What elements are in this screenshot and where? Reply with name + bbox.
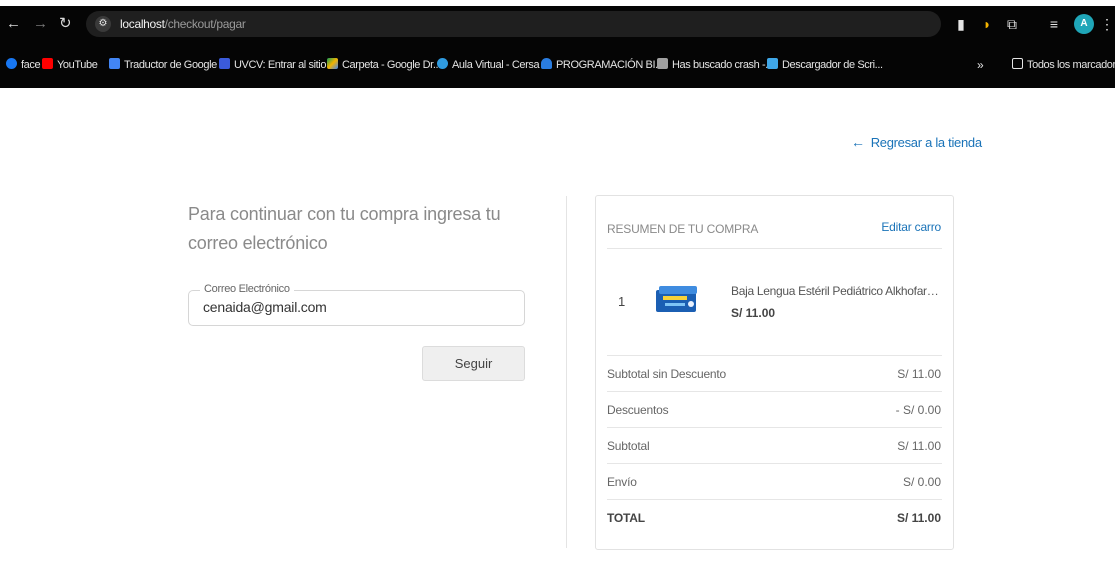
divider (607, 427, 942, 428)
shipping-label: Envío (607, 475, 637, 489)
youtube-icon (42, 58, 53, 69)
bookmark-label: Traductor de Google (124, 59, 217, 71)
subtotal-label: Subtotal (607, 439, 650, 453)
bookmark-item[interactable]: Descargador de Scri... (767, 56, 883, 74)
media-control-icon[interactable]: ≡ (1046, 14, 1062, 34)
document-extension-icon[interactable]: ▮ (954, 14, 968, 34)
site-info-icon[interactable]: ⚙ (95, 16, 111, 32)
email-prompt: Para continuar con tu compra ingresa tu … (188, 204, 501, 253)
subtotal-value: S/ 11.00 (897, 439, 941, 453)
bookmark-item[interactable]: PROGRAMACIÓN BI... (541, 56, 663, 74)
shield-icon (219, 58, 230, 69)
reload-icon[interactable]: ↻ (59, 14, 72, 34)
item-quantity: 1 (618, 294, 626, 309)
bookmark-label: YouTube (57, 59, 98, 71)
total-label: TOTAL (607, 511, 645, 525)
bookmark-label: Carpeta - Google Dr... (342, 59, 441, 71)
google-translate-icon (109, 58, 120, 69)
divider (607, 355, 942, 356)
edit-cart-link[interactable]: Editar carro (881, 220, 941, 234)
all-bookmarks-button[interactable]: Todos los marcadores (1012, 56, 1115, 74)
divider (607, 248, 942, 249)
total-value: S/ 11.00 (896, 511, 941, 525)
bookmark-item[interactable]: Traductor de Google (109, 56, 217, 74)
bookmark-item[interactable]: YouTube (42, 56, 98, 74)
bookmark-page-icon (657, 58, 668, 69)
divider (607, 499, 942, 500)
more-bookmarks-button[interactable]: » (977, 56, 984, 74)
all-bookmarks-label: Todos los marcadores (1027, 59, 1115, 71)
google-drive-icon (327, 58, 338, 69)
subtotal-no-discount-label: Subtotal sin Descuento (607, 367, 727, 381)
bookmarks-bar: face YouTube Traductor de Google UVCV: E… (0, 52, 1115, 78)
continue-button[interactable]: Seguir (422, 346, 525, 381)
back-arrow-icon[interactable]: ← (6, 14, 21, 34)
folder-icon (1012, 58, 1023, 69)
bookmark-item[interactable]: UVCV: Entrar al sitio (219, 56, 326, 74)
profile-avatar[interactable]: A (1074, 14, 1094, 34)
divider (607, 391, 942, 392)
item-price: S/ 11.00 (731, 306, 776, 320)
bookmark-label: Descargador de Scri... (782, 59, 883, 71)
shipping-value: S/ 0.00 (902, 475, 941, 489)
menu-kebab-icon[interactable]: ⋮ (1100, 14, 1114, 34)
browser-chrome: ← → ↻ ⚙ localhost/checkout/pagar ▮ ◗ ⧉ ≡… (0, 0, 1115, 88)
arrow-left-icon: ← (851, 134, 865, 150)
summary-title: RESUMEN DE TU COMPRA (607, 222, 759, 236)
item-name: Baja Lengua Estéril Pediátrico Alkhofar … (731, 284, 941, 298)
bookmark-label: UVCV: Entrar al sitio (234, 59, 327, 71)
address-bar[interactable]: ⚙ localhost/checkout/pagar (86, 11, 941, 37)
order-summary: RESUMEN DE TU COMPRA Editar carro 1 Baja… (595, 195, 954, 550)
url-path: /checkout/pagar (164, 17, 246, 31)
facebook-icon (6, 58, 17, 69)
bookmark-item[interactable]: Aula Virtual - Cersa (437, 56, 540, 74)
email-field-label: Correo Electrónico (200, 283, 294, 295)
bookmark-label: Aula Virtual - Cersa (452, 59, 540, 71)
discounts-label: Descuentos (607, 403, 669, 417)
email-field[interactable]: Correo Electrónico cenaida@gmail.com (188, 283, 525, 326)
discounts-value: - S/ 0.00 (895, 403, 941, 417)
bookmark-label: Has buscado crash -... (672, 59, 774, 71)
url-text: localhost/checkout/pagar (120, 16, 246, 32)
forward-arrow-icon[interactable]: → (33, 14, 48, 34)
email-field-value[interactable]: cenaida@gmail.com (203, 299, 327, 315)
bookmark-item[interactable]: Has buscado crash -... (657, 56, 774, 74)
column-divider (566, 196, 567, 548)
bookmark-label: face (21, 59, 41, 71)
product-thumbnail (656, 286, 697, 312)
back-to-store-label: Regresar a la tienda (870, 135, 982, 150)
subtotal-no-discount-value: S/ 11.00 (897, 367, 941, 381)
cloud-icon (541, 58, 552, 69)
extensions-puzzle-icon[interactable]: ⧉ (1004, 14, 1020, 34)
extension-icon[interactable]: ◗ (980, 14, 994, 34)
bookmark-label: PROGRAMACIÓN BI... (556, 59, 664, 71)
back-to-store-link[interactable]: ← Regresar a la tienda (851, 134, 982, 150)
bookmark-item[interactable]: Carpeta - Google Dr... (327, 56, 441, 74)
downloader-icon (767, 58, 778, 69)
aula-virtual-icon (437, 58, 448, 69)
url-host: localhost (120, 17, 165, 31)
divider (607, 463, 942, 464)
bookmark-item[interactable]: face (6, 56, 41, 74)
